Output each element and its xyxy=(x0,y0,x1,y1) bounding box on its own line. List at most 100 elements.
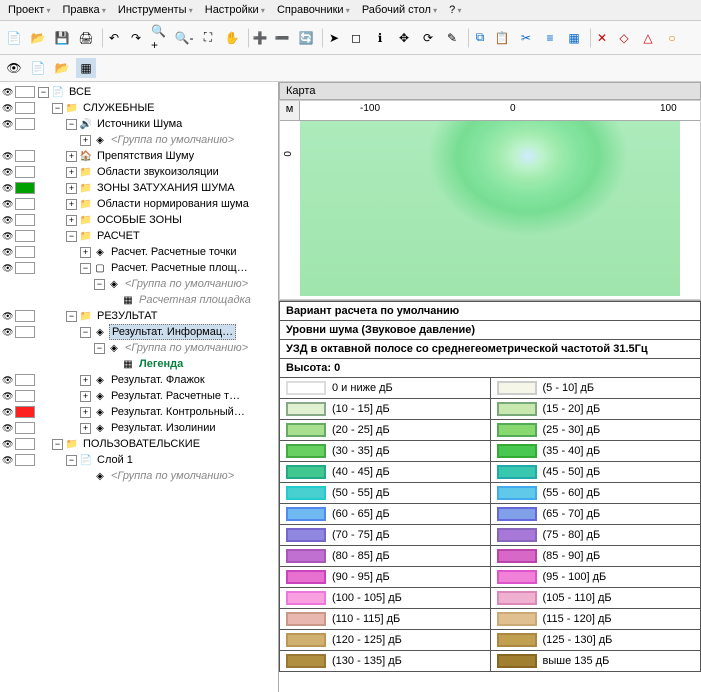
menu-item[interactable]: Справочники xyxy=(273,2,354,18)
visibility-icon[interactable] xyxy=(2,310,14,322)
layer-color[interactable] xyxy=(15,406,35,418)
expander-icon[interactable]: + xyxy=(66,215,77,226)
tree-row[interactable]: −🔊Источники Шума xyxy=(2,116,276,132)
zoom-out-icon[interactable]: 🔍- xyxy=(174,28,194,48)
visibility-icon[interactable] xyxy=(2,454,14,466)
layer-color[interactable] xyxy=(15,374,35,386)
rotate-icon[interactable]: ⟳ xyxy=(418,28,438,48)
tree-row[interactable]: +◈Результат. Изолинии xyxy=(2,420,276,436)
tree-row[interactable]: +◈Расчет. Расчетные точки xyxy=(2,244,276,260)
expander-icon[interactable]: − xyxy=(94,279,105,290)
visibility-icon[interactable] xyxy=(2,406,14,418)
visibility-icon[interactable] xyxy=(2,118,14,130)
visibility-icon[interactable] xyxy=(2,166,14,178)
view4-icon[interactable]: ▦ xyxy=(76,58,96,78)
visibility-icon[interactable] xyxy=(2,390,14,402)
undo-icon[interactable]: ↶ xyxy=(102,28,122,48)
layer-color[interactable] xyxy=(15,438,35,450)
tree-row[interactable]: −📁ПОЛЬЗОВАТЕЛЬСКИЕ xyxy=(2,436,276,452)
tree-row[interactable]: −◈Результат. Информац… xyxy=(2,324,276,340)
tree-label[interactable]: ПОЛЬЗОВАТЕЛЬСКИЕ xyxy=(81,437,202,451)
visibility-icon[interactable] xyxy=(2,102,14,114)
tree-row[interactable]: ▦Расчетная площадка xyxy=(2,292,276,308)
map-area[interactable]: м -1000100 0-100-200-300 xyxy=(279,100,701,300)
tree-label[interactable]: Препятствия Шуму xyxy=(95,149,196,163)
tree-label[interactable]: ЗОНЫ ЗАТУХАНИЯ ШУМА xyxy=(95,181,237,195)
tree-row[interactable]: +📁ЗОНЫ ЗАТУХАНИЯ ШУМА xyxy=(2,180,276,196)
expander-icon[interactable]: + xyxy=(80,407,91,418)
expander-icon[interactable]: − xyxy=(80,263,91,274)
tree-label[interactable]: <Группа по умолчанию> xyxy=(123,277,250,291)
visibility-icon[interactable] xyxy=(2,230,14,242)
zoom-extent-icon[interactable]: ⛶ xyxy=(198,28,218,48)
tree-label[interactable]: Расчет. Расчетные площ… xyxy=(109,261,250,275)
tree-row[interactable]: +📁Области нормирования шума xyxy=(2,196,276,212)
zoom-in-icon[interactable]: 🔍+ xyxy=(150,28,170,48)
expander-icon[interactable]: + xyxy=(80,375,91,386)
tree-row[interactable]: −▢Расчет. Расчетные площ… xyxy=(2,260,276,276)
visibility-icon[interactable] xyxy=(2,326,14,338)
tree-label[interactable]: Результат. Расчетные т… xyxy=(109,389,242,403)
cut-icon[interactable]: ✂ xyxy=(516,28,536,48)
tree-row[interactable]: −📁РЕЗУЛЬТАТ xyxy=(2,308,276,324)
expander-icon[interactable]: + xyxy=(80,247,91,258)
tool2-icon[interactable]: ◇ xyxy=(614,28,634,48)
grid-icon[interactable]: ▦ xyxy=(564,28,584,48)
expander-icon[interactable]: − xyxy=(66,455,77,466)
tree-label[interactable]: Расчет. Расчетные точки xyxy=(109,245,239,259)
tree-row[interactable]: +◈Результат. Флажок xyxy=(2,372,276,388)
tree-row[interactable]: +📁ОСОБЫЕ ЗОНЫ xyxy=(2,212,276,228)
tree-label[interactable]: Результат. Контрольный… xyxy=(109,405,247,419)
expander-icon[interactable]: + xyxy=(66,183,77,194)
tree-row[interactable]: −◈<Группа по умолчанию> xyxy=(2,340,276,356)
expander-icon[interactable]: + xyxy=(80,391,91,402)
visibility-icon[interactable] xyxy=(2,150,14,162)
expander-icon[interactable]: + xyxy=(80,423,91,434)
tree-row[interactable]: +◈Результат. Расчетные т… xyxy=(2,388,276,404)
tree-row[interactable]: −📁СЛУЖЕБНЫЕ xyxy=(2,100,276,116)
expander-icon[interactable]: + xyxy=(80,135,91,146)
new-icon[interactable]: 📄 xyxy=(4,28,24,48)
visibility-icon[interactable] xyxy=(2,438,14,450)
tree-label[interactable]: Легенда xyxy=(137,357,185,371)
tree-label[interactable]: Источники Шума xyxy=(95,117,184,131)
tree-label[interactable]: Области звукоизоляции xyxy=(95,165,221,179)
tree-row[interactable]: ◈<Группа по умолчанию> xyxy=(2,468,276,484)
layer-color[interactable] xyxy=(15,326,35,338)
expander-icon[interactable]: − xyxy=(94,343,105,354)
expander-icon[interactable]: − xyxy=(66,119,77,130)
visibility-icon[interactable] xyxy=(2,374,14,386)
visibility-icon[interactable] xyxy=(2,182,14,194)
layer-color[interactable] xyxy=(15,454,35,466)
tree-label[interactable]: Слой 1 xyxy=(95,453,135,467)
save-icon[interactable]: 💾 xyxy=(52,28,72,48)
layer-color[interactable] xyxy=(15,166,35,178)
copy-icon[interactable]: ⧉ xyxy=(468,28,488,48)
tree-label[interactable]: Результат. Информац… xyxy=(109,324,236,340)
visibility-icon[interactable] xyxy=(2,198,14,210)
layer-color[interactable] xyxy=(15,422,35,434)
tool1-icon[interactable]: ✕ xyxy=(590,28,610,48)
tool3-icon[interactable]: △ xyxy=(638,28,658,48)
redo-icon[interactable]: ↷ xyxy=(126,28,146,48)
layer-color[interactable] xyxy=(15,310,35,322)
expander-icon[interactable]: − xyxy=(66,231,77,242)
visibility-icon[interactable] xyxy=(2,262,14,274)
expander-icon[interactable]: + xyxy=(66,199,77,210)
tree-row[interactable]: −◈<Группа по умолчанию> xyxy=(2,276,276,292)
tree-label[interactable]: СЛУЖЕБНЫЕ xyxy=(81,101,157,115)
print-icon[interactable]: 🖨 xyxy=(76,28,96,48)
view1-icon[interactable]: 👁 xyxy=(4,58,24,78)
menu-item[interactable]: ? xyxy=(445,2,465,18)
layer-color[interactable] xyxy=(15,102,35,114)
tree-row[interactable]: +📁Области звукоизоляции xyxy=(2,164,276,180)
view3-icon[interactable]: 📂 xyxy=(52,58,72,78)
refresh-icon[interactable]: 🔄 xyxy=(296,28,316,48)
expander-icon[interactable]: + xyxy=(66,151,77,162)
tree-label[interactable]: РЕЗУЛЬТАТ xyxy=(95,309,159,323)
move-icon[interactable]: ✥ xyxy=(394,28,414,48)
expander-icon[interactable]: + xyxy=(66,167,77,178)
layer-color[interactable] xyxy=(15,86,35,98)
expander-icon[interactable]: − xyxy=(80,327,91,338)
visibility-icon[interactable] xyxy=(2,86,14,98)
